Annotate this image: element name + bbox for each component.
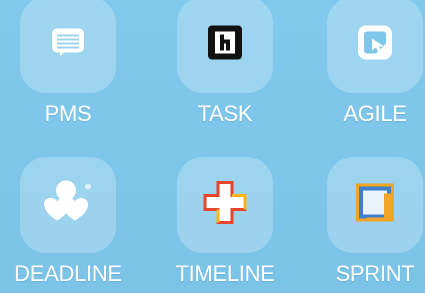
sprint-icon — [354, 182, 396, 229]
app-tile[interactable] — [177, 0, 273, 93]
deadline-icon — [38, 178, 98, 233]
app-grid: PMS TASK AGILE DEADLINE TIMELINE SPRINT — [0, 0, 425, 293]
app-tile[interactable] — [177, 157, 273, 253]
task-icon — [208, 25, 242, 65]
app-tile[interactable] — [327, 157, 423, 253]
agile-icon — [357, 25, 393, 66]
app-label: DEADLINE — [14, 261, 122, 286]
app-label: SPRINT — [335, 261, 415, 286]
app-tile[interactable] — [20, 157, 116, 253]
app-label: AGILE — [343, 101, 407, 126]
app-label: TASK — [197, 101, 253, 126]
timeline-icon — [202, 180, 248, 231]
notes-icon — [51, 28, 85, 63]
app-label: TIMELINE — [175, 261, 275, 286]
app-label: PMS — [44, 101, 92, 126]
app-tile[interactable] — [327, 0, 423, 93]
app-tile[interactable] — [20, 0, 116, 93]
